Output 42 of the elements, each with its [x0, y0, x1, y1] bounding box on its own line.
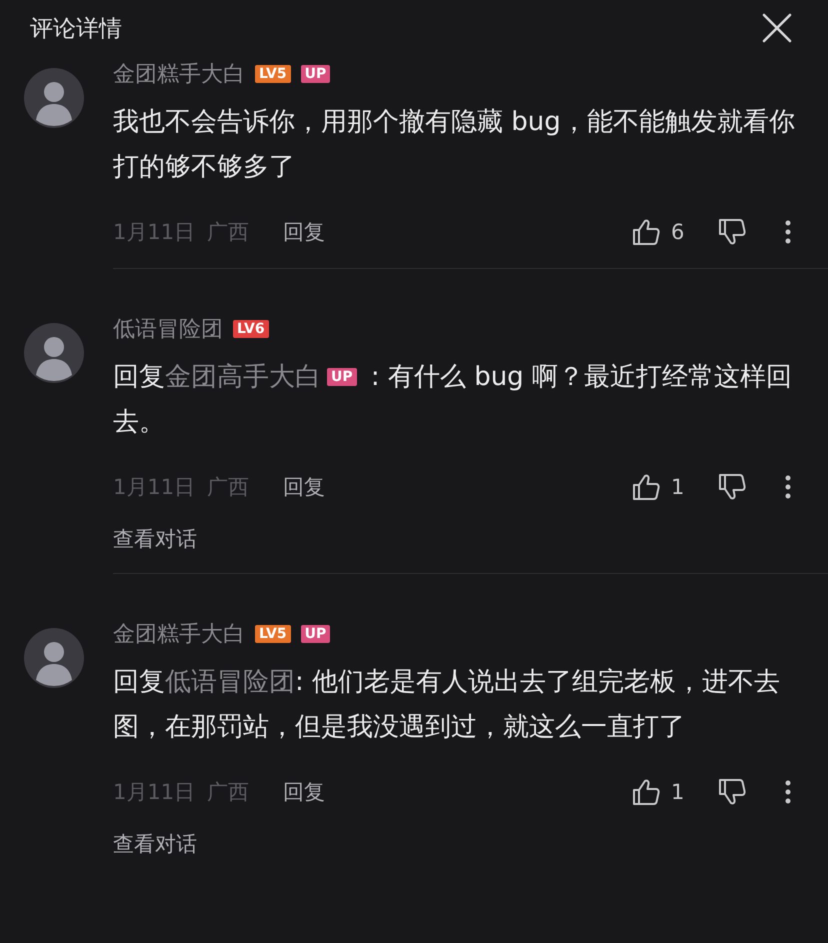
avatar-icon[interactable] [24, 323, 84, 383]
comment-location: 广西 [207, 219, 250, 246]
comment-text: 我也不会告诉你，用那个撤有隐藏 bug，能不能触发就看你打的够不够多了 [113, 106, 796, 184]
comment-date: 1月11日 [113, 219, 196, 246]
like-count: 6 [671, 220, 686, 244]
reply-to-link[interactable]: 金团高手大白 [165, 362, 321, 392]
thumbs-up-icon[interactable] [631, 777, 661, 807]
up-badge: UP [300, 625, 330, 643]
reply-link[interactable]: 回复 [283, 778, 326, 806]
user-name[interactable]: 金团糕手大白 [113, 619, 245, 649]
like-count: 1 [671, 780, 686, 804]
view-conversation-link[interactable]: 查看对话 [113, 525, 828, 561]
comment-date: 1月11日 [113, 474, 196, 501]
user-name[interactable]: 金团糕手大白 [113, 59, 245, 89]
reply-to-link[interactable]: 低语冒险团 [165, 667, 295, 697]
like-count: 1 [671, 475, 686, 499]
view-conversation-link[interactable]: 查看对话 [113, 830, 828, 866]
comment-location: 广西 [207, 779, 250, 806]
level-badge: LV5 [255, 65, 291, 83]
reply-link[interactable]: 回复 [283, 218, 326, 246]
more-icon[interactable] [785, 475, 791, 499]
comment-text: 回复低语冒险团: 他们老是有人说出去了组完老板，进不去图，在那罚站，但是我没遇到过，就这么一直打了 [113, 666, 782, 744]
thumbs-up-icon[interactable] [631, 472, 661, 502]
thumbs-down-icon[interactable] [717, 217, 747, 247]
up-badge: UP [327, 368, 357, 386]
up-badge: UP [300, 65, 330, 83]
level-badge: LV6 [233, 320, 269, 338]
page-title: 评论详情 [30, 14, 122, 44]
user-name[interactable]: 低语冒险团 [113, 314, 223, 344]
comment-location: 广西 [207, 474, 250, 501]
avatar-icon[interactable] [24, 628, 84, 688]
reply-link[interactable]: 回复 [283, 473, 326, 501]
close-icon[interactable] [762, 13, 792, 43]
level-badge: LV5 [255, 625, 291, 643]
more-icon[interactable] [785, 780, 791, 804]
comment-text: 回复金团高手大白 $^{UP}$ : 有什么 bug 啊？最近打经常这样回去。 [113, 361, 793, 439]
comment-date: 1月11日 [113, 779, 196, 806]
avatar-icon[interactable] [24, 68, 84, 128]
thumbs-down-icon[interactable] [717, 472, 747, 502]
more-icon[interactable] [785, 220, 791, 244]
thumbs-up-icon[interactable] [631, 217, 661, 247]
thumbs-down-icon[interactable] [717, 777, 747, 807]
